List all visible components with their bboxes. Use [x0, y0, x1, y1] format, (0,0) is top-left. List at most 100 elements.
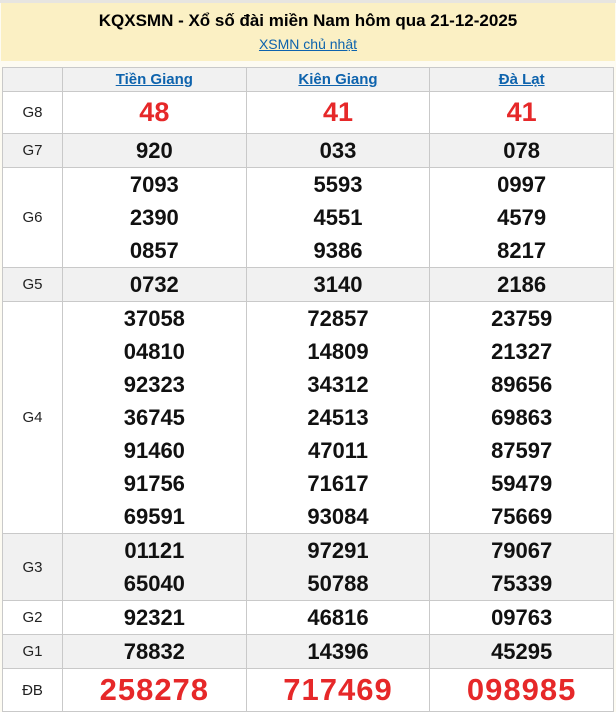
result-cell: 14396 — [245, 634, 431, 669]
result-cell: 46816 — [245, 600, 431, 635]
table-header-row: Tiền Giang Kiên Giang Đà Lạt — [2, 67, 614, 92]
result-number: 3140 — [313, 272, 363, 297]
column-header-link[interactable]: Kiên Giang — [298, 71, 377, 88]
result-cell: 79067 75339 — [429, 533, 614, 601]
result-number: 91460 — [123, 438, 185, 463]
result-cell: 41 — [245, 91, 431, 134]
result-number: 0997 — [497, 172, 547, 197]
result-number: 69591 — [123, 504, 185, 529]
result-cell: 0997 4579 8217 — [429, 167, 614, 268]
prize-row: G1 78832 14396 45295 — [2, 634, 614, 669]
result-number: 2390 — [129, 205, 179, 230]
result-number: 50788 — [307, 571, 369, 596]
page-title: KQXSMN - Xổ số đài miền Nam hôm qua 21-1… — [98, 11, 518, 30]
result-number: 14396 — [307, 639, 369, 664]
result-cell: 01121 65040 — [62, 533, 247, 601]
result-number: 23759 — [491, 306, 553, 331]
result-number: 258278 — [99, 672, 210, 707]
result-number: 920 — [135, 138, 173, 163]
prize-label: G4 — [2, 301, 63, 534]
prize-label: G2 — [2, 600, 63, 635]
result-number: 0857 — [129, 238, 179, 263]
prize-row: G7 920 033 078 — [2, 133, 614, 168]
column-header: Kiên Giang — [245, 67, 431, 92]
result-cell: 3140 — [245, 267, 431, 302]
prize-label: ĐB — [2, 668, 63, 712]
result-cell: 78832 — [62, 634, 247, 669]
result-number: 21327 — [491, 339, 553, 364]
prize-row: G5 0732 3140 2186 — [2, 267, 614, 302]
subtitle: XSMN chủ nhật — [5, 35, 611, 54]
result-number: 7093 — [129, 172, 179, 197]
result-number: 41 — [322, 97, 353, 127]
result-number: 2186 — [497, 272, 547, 297]
page-header: KQXSMN - Xổ số đài miền Nam hôm qua 21-1… — [1, 3, 615, 61]
corner-cell — [2, 67, 63, 92]
result-number: 65040 — [123, 571, 185, 596]
result-cell: 09763 — [429, 600, 614, 635]
result-cell: 920 — [62, 133, 247, 168]
prize-row: ĐB 258278 717469 098985 — [2, 668, 614, 712]
result-number: 92321 — [123, 605, 185, 630]
result-number: 97291 — [307, 538, 369, 563]
result-cell: 37058 04810 92323 36745 91460 91756 69591 — [62, 301, 247, 534]
result-cell: 45295 — [429, 634, 614, 669]
prize-label: G6 — [2, 167, 63, 268]
result-number: 09763 — [491, 605, 553, 630]
result-number: 46816 — [307, 605, 369, 630]
result-cell: 5593 4551 9386 — [245, 167, 431, 268]
prize-label: G1 — [2, 634, 63, 669]
prize-label: G8 — [2, 91, 63, 134]
result-cell: 098985 — [429, 668, 614, 712]
prize-label: G5 — [2, 267, 63, 302]
column-header-link[interactable]: Đà Lạt — [499, 71, 545, 88]
result-number: 078 — [503, 138, 541, 163]
result-number: 93084 — [307, 504, 369, 529]
prize-row: G4 37058 04810 92323 36745 91460 91756 69591 728… — [2, 301, 614, 534]
result-number: 75669 — [491, 504, 553, 529]
result-number: 0732 — [129, 272, 179, 297]
result-cell: 078 — [429, 133, 614, 168]
result-number: 79067 — [491, 538, 553, 563]
result-cell: 97291 50788 — [245, 533, 431, 601]
result-cell: 7093 2390 0857 — [62, 167, 247, 268]
prize-row: G3 01121 65040 97291 50788 79067 75339 — [2, 533, 614, 601]
result-cell: 717469 — [245, 668, 431, 712]
result-number: 098985 — [466, 672, 577, 707]
result-cell: 0732 — [62, 267, 247, 302]
result-number: 01121 — [124, 538, 185, 563]
result-number: 4551 — [313, 205, 363, 230]
column-header-link[interactable]: Tiền Giang — [116, 71, 193, 88]
result-number: 48 — [139, 97, 170, 127]
result-number: 92323 — [123, 372, 185, 397]
result-cell: 23759 21327 89656 69863 87597 59479 75669 — [429, 301, 614, 534]
result-number: 24513 — [307, 405, 369, 430]
result-cell: 033 — [245, 133, 431, 168]
result-number: 41 — [506, 97, 537, 127]
result-number: 71617 — [307, 471, 369, 496]
subtitle-link[interactable]: XSMN chủ nhật — [259, 36, 357, 52]
result-number: 34312 — [307, 372, 369, 397]
result-cell: 92321 — [62, 600, 247, 635]
result-number: 72857 — [307, 306, 369, 331]
result-number: 04810 — [123, 339, 185, 364]
prize-row: G8 48 41 41 — [2, 91, 614, 134]
column-header: Đà Lạt — [429, 67, 614, 92]
result-cell: 41 — [429, 91, 614, 134]
result-cell: 48 — [62, 91, 247, 134]
result-number: 69863 — [491, 405, 553, 430]
prize-row: G2 92321 46816 09763 — [2, 600, 614, 635]
result-number: 033 — [319, 138, 357, 163]
prize-row: G6 7093 2390 0857 5593 4551 9386 0997 4579 8217 — [2, 167, 614, 268]
result-number: 78832 — [123, 639, 185, 664]
result-number: 75339 — [491, 571, 553, 596]
result-number: 8217 — [497, 238, 547, 263]
result-number: 717469 — [283, 672, 393, 707]
column-header: Tiền Giang — [62, 67, 247, 92]
results-table: Tiền Giang Kiên Giang Đà Lạt G8 48 41 41 G7 920… — [2, 67, 614, 712]
result-number: 37058 — [123, 306, 185, 331]
result-number: 47011 — [308, 438, 368, 463]
result-number: 5593 — [313, 172, 363, 197]
result-number: 59479 — [491, 471, 553, 496]
result-number: 89656 — [491, 372, 553, 397]
